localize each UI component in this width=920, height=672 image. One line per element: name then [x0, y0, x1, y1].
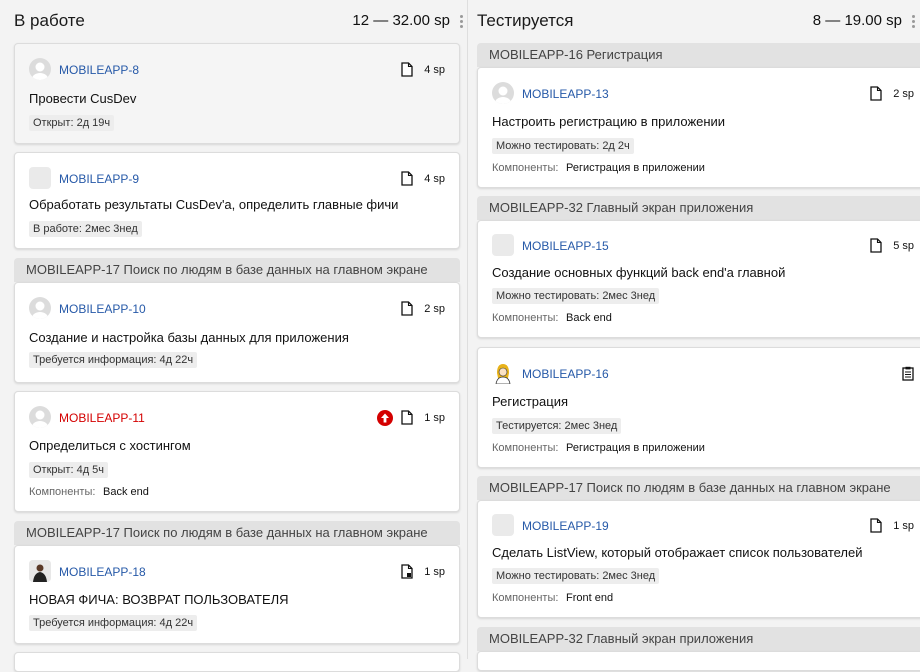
story-points: 2 sp: [893, 88, 914, 100]
issue-card[interactable]: MOBILEAPP-8 4 sp Провести CusDev Открыт:…: [14, 43, 460, 144]
document-icon: [870, 238, 882, 253]
avatar: [492, 514, 514, 536]
issue-card[interactable]: MOBILEAPP-19 1 sp Сделать ListView, кото…: [477, 500, 920, 618]
column-total: 8 — 19.00 sp: [812, 12, 902, 29]
story-points: 1 sp: [424, 566, 445, 578]
priority-highest-icon: [377, 410, 393, 426]
avatar: [492, 234, 514, 256]
story-points: 2 sp: [424, 303, 445, 315]
avatar: [29, 297, 51, 319]
issue-card[interactable]: [477, 651, 920, 671]
document-attachment-icon: [401, 564, 413, 579]
status-badge: В работе: 2мес 3нед: [29, 221, 142, 237]
components-value: Регистрация в приложении: [566, 442, 705, 454]
column-title: Тестируется: [477, 11, 574, 30]
issue-key[interactable]: MOBILEAPP-10: [59, 302, 146, 316]
issue-key[interactable]: MOBILEAPP-19: [522, 519, 609, 533]
issue-card[interactable]: MOBILEAPP-11 1 sp Определиться с хостинг…: [14, 391, 460, 512]
epic-header[interactable]: MOBILEAPP-17 Поиск по людям в базе данны…: [14, 258, 460, 282]
status-badge: Можно тестировать: 2д 2ч: [492, 138, 634, 154]
column-header: Тестируется 8 — 19.00 sp: [477, 8, 920, 36]
issue-key[interactable]: MOBILEAPP-9: [59, 172, 139, 186]
more-options-icon[interactable]: [456, 12, 466, 30]
column-total: 12 — 32.00 sp: [352, 12, 450, 29]
clipboard-icon: [902, 366, 914, 381]
issue-key[interactable]: MOBILEAPP-8: [59, 63, 139, 77]
more-options-icon[interactable]: [908, 12, 918, 30]
issue-summary: Создание основных функций back end'а гла…: [492, 265, 786, 280]
issue-summary: Создание и настройка базы данных для при…: [29, 330, 349, 345]
epic-header[interactable]: MOBILEAPP-32 Главный экран приложения: [477, 196, 920, 220]
document-icon: [401, 410, 413, 425]
avatar: [29, 406, 51, 428]
status-badge: Требуется информация: 4д 22ч: [29, 615, 198, 631]
avatar: [492, 82, 514, 104]
components-value: Регистрация в приложении: [566, 162, 705, 174]
issue-key[interactable]: MOBILEAPP-15: [522, 239, 609, 253]
status-badge: Требуется информация: 4д 22ч: [29, 352, 198, 368]
column-title: В работе: [14, 11, 85, 30]
components-value: Back end: [103, 486, 149, 498]
components-label: Компоненты:: [492, 592, 559, 604]
components-label: Компоненты:: [29, 486, 96, 498]
issue-card[interactable]: [14, 652, 460, 672]
column-header: В работе 12 — 32.00 sp: [14, 8, 468, 36]
story-points: 1 sp: [893, 520, 914, 532]
components-value: Front end: [566, 592, 614, 604]
issue-card[interactable]: MOBILEAPP-9 4 sp Обработать результаты C…: [14, 152, 460, 249]
components-label: Компоненты:: [492, 162, 559, 174]
issue-summary: Регистрация: [492, 394, 568, 409]
avatar: [29, 58, 51, 80]
epic-header[interactable]: MOBILEAPP-17 Поиск по людям в базе данны…: [14, 521, 460, 545]
document-icon: [401, 301, 413, 316]
components-label: Компоненты:: [492, 442, 559, 454]
issue-summary: Сделать ListView, который отображает спи…: [492, 545, 863, 560]
status-badge: Открыт: 2д 19ч: [29, 115, 115, 131]
avatar: [29, 560, 51, 582]
issue-summary: Определиться с хостингом: [29, 438, 191, 453]
issue-card[interactable]: MOBILEAPP-10 2 sp Создание и настройка б…: [14, 282, 460, 383]
status-badge: Можно тестировать: 2мес 3нед: [492, 288, 660, 304]
issue-summary: Настроить регистрацию в приложении: [492, 114, 726, 129]
epic-header[interactable]: MOBILEAPP-17 Поиск по людям в базе данны…: [477, 476, 920, 500]
status-badge: Можно тестировать: 2мес 3нед: [492, 568, 660, 584]
issue-key[interactable]: MOBILEAPP-13: [522, 87, 609, 101]
issue-summary: НОВАЯ ФИЧА: ВОЗВРАТ ПОЛЬЗОВАТЕЛЯ: [29, 592, 289, 607]
story-points: 1 sp: [424, 412, 445, 424]
column-in-progress: В работе 12 — 32.00 sp MOBILEAPP-8 4 sp …: [0, 0, 468, 672]
issue-summary: Провести CusDev: [29, 91, 137, 106]
story-points: 4 sp: [424, 173, 445, 185]
issue-key[interactable]: MOBILEAPP-16: [522, 367, 609, 381]
status-badge: Открыт: 4д 5ч: [29, 462, 109, 478]
epic-header[interactable]: MOBILEAPP-16 Регистрация: [477, 43, 920, 67]
story-points: 5 sp: [893, 240, 914, 252]
issue-card[interactable]: MOBILEAPP-15 5 sp Создание основных функ…: [477, 220, 920, 338]
components-label: Компоненты:: [492, 312, 559, 324]
story-points: 4 sp: [424, 64, 445, 76]
issue-card[interactable]: MOBILEAPP-13 2 sp Настроить регистрацию …: [477, 67, 920, 188]
document-icon: [401, 62, 413, 77]
avatar: [492, 362, 514, 384]
issue-summary: Обработать результаты CusDev'а, определи…: [29, 197, 399, 212]
document-icon: [870, 518, 882, 533]
issue-card[interactable]: MOBILEAPP-16 Регистрация Тестируется: 2м…: [477, 347, 920, 468]
issue-key[interactable]: MOBILEAPP-11: [59, 411, 145, 425]
components-value: Back end: [566, 312, 612, 324]
status-badge: Тестируется: 2мес 3нед: [492, 418, 622, 434]
avatar: [29, 167, 51, 189]
document-icon: [401, 171, 413, 186]
document-icon: [870, 86, 882, 101]
column-testing: Тестируется 8 — 19.00 sp MOBILEAPP-16 Ре…: [468, 0, 920, 671]
issue-card[interactable]: MOBILEAPP-18 1 sp НОВАЯ ФИЧА: ВОЗВРАТ ПО…: [14, 545, 460, 644]
epic-header[interactable]: MOBILEAPP-32 Главный экран приложения: [477, 627, 920, 651]
issue-key[interactable]: MOBILEAPP-18: [59, 565, 146, 579]
